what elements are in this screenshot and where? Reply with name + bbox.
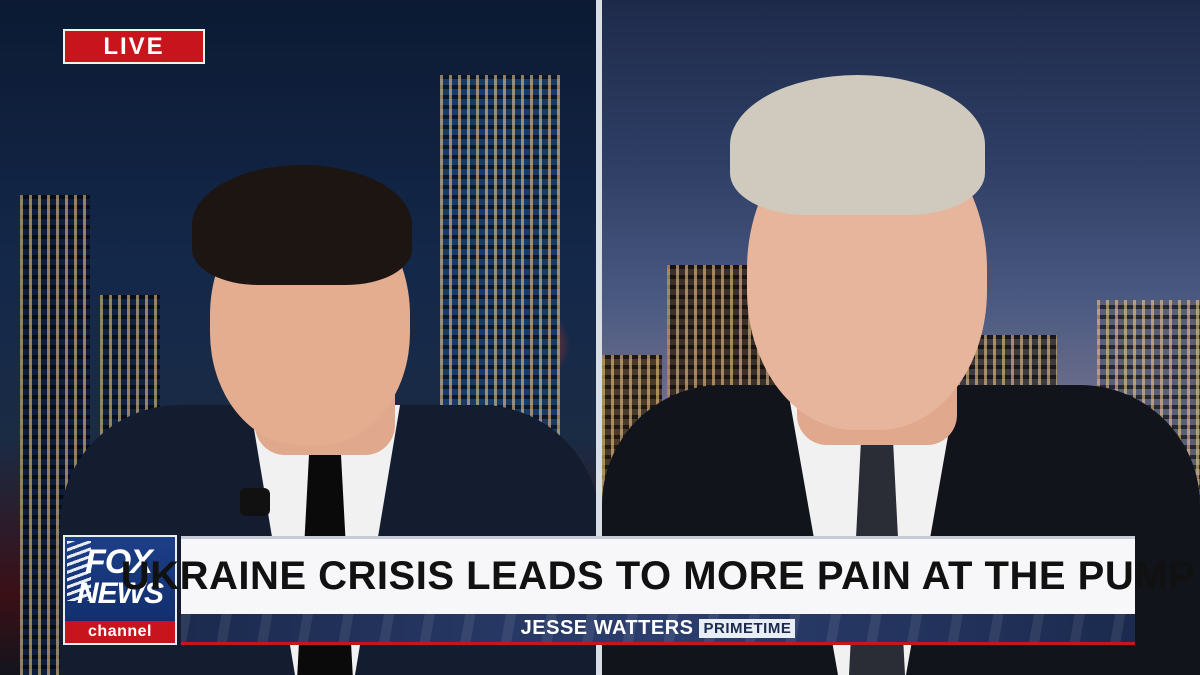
show-name: JESSE WATTERS: [520, 616, 694, 639]
logo-channel-bar: channel: [65, 621, 175, 643]
logo-text-channel: channel: [88, 623, 152, 640]
show-subtitle: PRIMETIME: [699, 618, 796, 638]
headline-chyron: UKRAINE CRISIS LEADS TO MORE PAIN AT THE…: [121, 536, 1195, 614]
headline-text: UKRAINE CRISIS LEADS TO MORE PAIN AT THE…: [120, 554, 1196, 598]
guest-hair: [730, 75, 985, 215]
host-hair: [192, 165, 412, 285]
live-badge: LIVE: [63, 29, 205, 64]
lapel-microphone: [240, 488, 270, 516]
show-name-bar: JESSE WATTERS PRIMETIME: [181, 614, 1135, 645]
live-badge-label: LIVE: [103, 32, 165, 60]
